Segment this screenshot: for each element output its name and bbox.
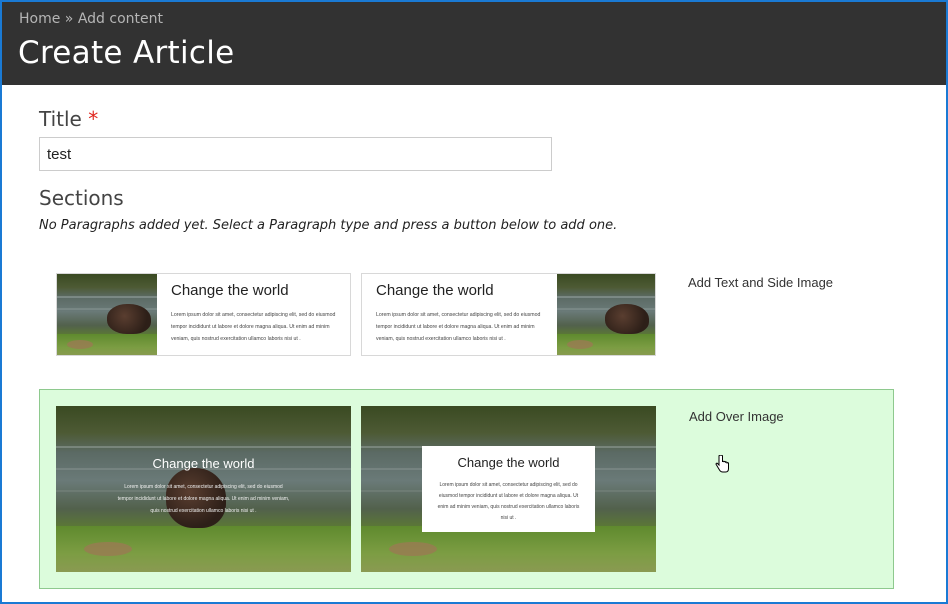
add-text-side-image-button[interactable]: Add Text and Side Image (688, 275, 833, 290)
sections-label: Sections (39, 186, 124, 210)
preview-body: Lorem ipsum dolor sit amet, consectetur … (437, 482, 580, 521)
preview-text-block: Change the world Lorem ipsum dolor sit a… (157, 274, 350, 355)
breadcrumb-separator: » (64, 11, 74, 27)
page-header: Home » Add content Create Article (2, 2, 946, 85)
preview-overlay-text: Change the world Lorem ipsum dolor sit a… (56, 406, 351, 572)
preview-boxed-text: Change the world Lorem ipsum dolor sit a… (361, 406, 656, 572)
title-input[interactable] (39, 137, 552, 171)
overlay-text-block: Change the world Lorem ipsum dolor sit a… (116, 456, 291, 517)
preview-heading: Change the world (376, 282, 494, 299)
required-mark: * (88, 107, 99, 131)
sections-empty-message: No Paragraphs added yet. Select a Paragr… (39, 218, 618, 233)
preview-body: Lorem ipsum dolor sit amet, consectetur … (376, 312, 541, 342)
breadcrumb: Home » Add content (19, 11, 163, 27)
preview-heading: Change the world (152, 456, 255, 471)
title-label-text: Title (39, 107, 82, 131)
title-field-label: Title * (39, 107, 98, 131)
breadcrumb-add-content-link[interactable]: Add content (78, 11, 163, 27)
hand-pointer-icon (715, 455, 729, 473)
breadcrumb-home-link[interactable]: Home (19, 11, 60, 27)
add-over-image-button[interactable]: Add Over Image (689, 409, 784, 424)
preview-image-right: Change the world Lorem ipsum dolor sit a… (361, 273, 656, 356)
paragraph-type-over-image[interactable]: Change the world Lorem ipsum dolor sit a… (39, 389, 894, 589)
preview-body: Lorem ipsum dolor sit amet, consectetur … (117, 484, 290, 514)
dog-photo (57, 274, 157, 355)
page-title: Create Article (18, 35, 235, 71)
preview-heading: Change the world (171, 282, 289, 299)
paragraph-type-text-side-image[interactable]: Change the world Lorem ipsum dolor sit a… (39, 254, 894, 374)
preview-body: Lorem ipsum dolor sit amet, consectetur … (171, 312, 336, 342)
preview-image-left: Change the world Lorem ipsum dolor sit a… (56, 273, 351, 356)
dog-photo (557, 274, 655, 355)
preview-text-block: Change the world Lorem ipsum dolor sit a… (362, 274, 557, 355)
boxed-text-block: Change the world Lorem ipsum dolor sit a… (422, 446, 595, 532)
preview-heading: Change the world (457, 455, 560, 470)
